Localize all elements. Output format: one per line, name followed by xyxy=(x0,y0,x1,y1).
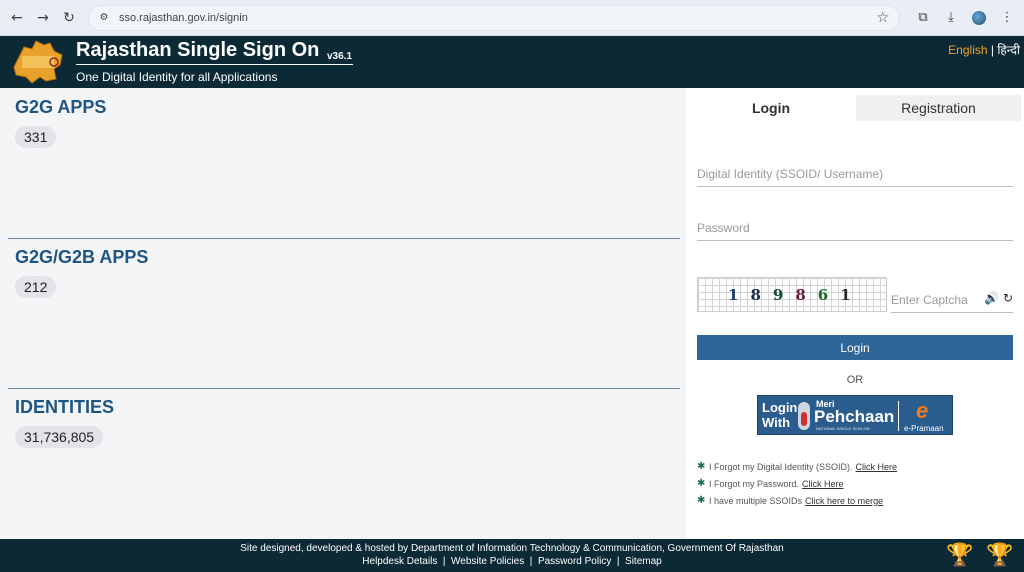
login-panel: Login Registration Digital Identity (SSO… xyxy=(686,88,1024,539)
pehchaan-login-with: Login With xyxy=(762,400,798,430)
captcha-digit: 8 xyxy=(750,285,761,304)
site-title: Rajasthan Single Sign On xyxy=(76,39,320,61)
language-switcher: English | हिन्दी xyxy=(948,41,1020,58)
rajasthan-logo xyxy=(13,40,63,84)
lang-english-link[interactable]: English xyxy=(948,43,987,57)
audio-captcha-icon[interactable]: 🔊 xyxy=(984,291,999,305)
version-label: v36.1 xyxy=(327,51,353,62)
url-text: sso.rajasthan.gov.in/signin xyxy=(119,11,248,24)
list-item: ✱ I have multiple SSOIDs Click here to m… xyxy=(697,492,897,509)
stat-identities: IDENTITIES 31,736,805 xyxy=(8,388,680,538)
browser-toolbar: ← → ↻ ⚙ sso.rajasthan.gov.in/signin ☆ ⧉ … xyxy=(0,0,1024,36)
lang-hindi-link[interactable]: हिन्दी xyxy=(997,43,1020,57)
captcha-digit: 1 xyxy=(728,285,739,304)
site-settings-icon[interactable]: ⚙ xyxy=(97,11,111,25)
stat-label: G2G APPS xyxy=(15,97,107,117)
profile-avatar[interactable] xyxy=(968,7,990,29)
password-input[interactable]: Password xyxy=(697,221,1013,241)
browser-menu-icon[interactable]: ⋮ xyxy=(996,7,1018,29)
trophy-icon: 🏆 xyxy=(986,543,1014,568)
download-icon[interactable]: ⤓ xyxy=(940,7,962,29)
footer-links: Helpdesk Details | Website Policies | Pa… xyxy=(0,556,1024,567)
title-underline xyxy=(76,64,353,65)
captcha-digit: 8 xyxy=(795,285,806,304)
e-pramaan-logo-icon: e xyxy=(916,398,929,423)
bullet-star-icon: ✱ xyxy=(697,461,706,472)
footer-sep: | xyxy=(614,556,623,567)
stat-g2g-g2b-apps: G2G/G2B APPS 212 xyxy=(8,238,680,388)
footer-credit: Site designed, developed & hosted by Dep… xyxy=(240,543,784,554)
password-policy-link[interactable]: Password Policy xyxy=(538,556,611,567)
bullet-star-icon: ✱ xyxy=(697,478,706,489)
stat-label: G2G/G2B APPS xyxy=(15,247,149,267)
site-header: Rajasthan Single Sign On v36.1 One Digit… xyxy=(0,36,1024,88)
pehchaan-mark-icon xyxy=(798,402,810,430)
captcha-digit: 6 xyxy=(817,285,829,304)
captcha-image: 1 8 9 8 6 1 xyxy=(697,277,887,312)
stat-label: IDENTITIES xyxy=(15,397,115,417)
list-item: ✱ I Forgot my Password. Click Here xyxy=(697,475,897,492)
captcha-digit: 1 xyxy=(840,285,851,304)
footer-sep: | xyxy=(527,556,536,567)
merge-ssoid-link[interactable]: Click here to merge xyxy=(805,496,883,506)
login-button[interactable]: Login xyxy=(697,335,1013,360)
ssoid-input[interactable]: Digital Identity (SSOID/ Username) xyxy=(697,167,1013,187)
captcha-digit: 9 xyxy=(772,285,784,304)
link-text: I have multiple SSOIDs xyxy=(709,495,803,506)
meri-pehchaan-login-button[interactable]: Login With Meri Pehchaan NATIONAL SINGLE… xyxy=(757,395,953,435)
forgot-ssoid-link[interactable]: Click Here xyxy=(856,462,898,472)
lang-separator: | xyxy=(987,43,998,57)
stat-count: 31,736,805 xyxy=(15,426,104,448)
bookmark-star-icon[interactable]: ☆ xyxy=(876,10,889,26)
stat-g2g-apps: G2G APPS 331 xyxy=(8,88,680,238)
sitemap-link[interactable]: Sitemap xyxy=(625,556,662,567)
e-pramaan-label: e-Pramaan xyxy=(904,424,944,433)
address-bar[interactable]: ⚙ sso.rajasthan.gov.in/signin ☆ xyxy=(88,4,900,31)
back-arrow-icon[interactable]: ← xyxy=(6,7,28,29)
help-links: ✱ I Forgot my Digital Identity (SSOID). … xyxy=(697,458,897,509)
tab-login[interactable]: Login xyxy=(686,95,856,121)
list-item: ✱ I Forgot my Digital Identity (SSOID). … xyxy=(697,458,897,475)
forgot-password-link[interactable]: Click Here xyxy=(802,479,844,489)
link-text: I Forgot my Password. xyxy=(709,478,800,489)
pehchaan-subtitle: NATIONAL SINGLE SIGN-ON xyxy=(816,426,870,431)
or-separator: OR xyxy=(846,374,864,386)
site-subtitle: One Digital Identity for all Application… xyxy=(76,70,278,84)
forward-arrow-icon[interactable]: → xyxy=(32,7,54,29)
bullet-star-icon: ✱ xyxy=(697,495,706,506)
pehchaan-separator xyxy=(898,401,899,431)
reload-icon[interactable]: ↻ xyxy=(58,7,80,29)
trophy-icon: 🏆 xyxy=(946,543,974,568)
extensions-icon[interactable]: ⧉ xyxy=(912,7,934,29)
stat-count: 212 xyxy=(15,276,57,298)
helpdesk-link[interactable]: Helpdesk Details xyxy=(362,556,437,567)
website-policies-link[interactable]: Website Policies xyxy=(451,556,524,567)
tab-registration[interactable]: Registration xyxy=(856,95,1021,121)
refresh-captcha-icon[interactable]: ↻ xyxy=(1003,291,1013,305)
stat-count: 331 xyxy=(15,126,57,148)
pehchaan-brand: Pehchaan xyxy=(814,407,895,426)
link-text: I Forgot my Digital Identity (SSOID). xyxy=(709,461,853,472)
footer-sep: | xyxy=(440,556,449,567)
site-footer: Site designed, developed & hosted by Dep… xyxy=(0,539,1024,572)
